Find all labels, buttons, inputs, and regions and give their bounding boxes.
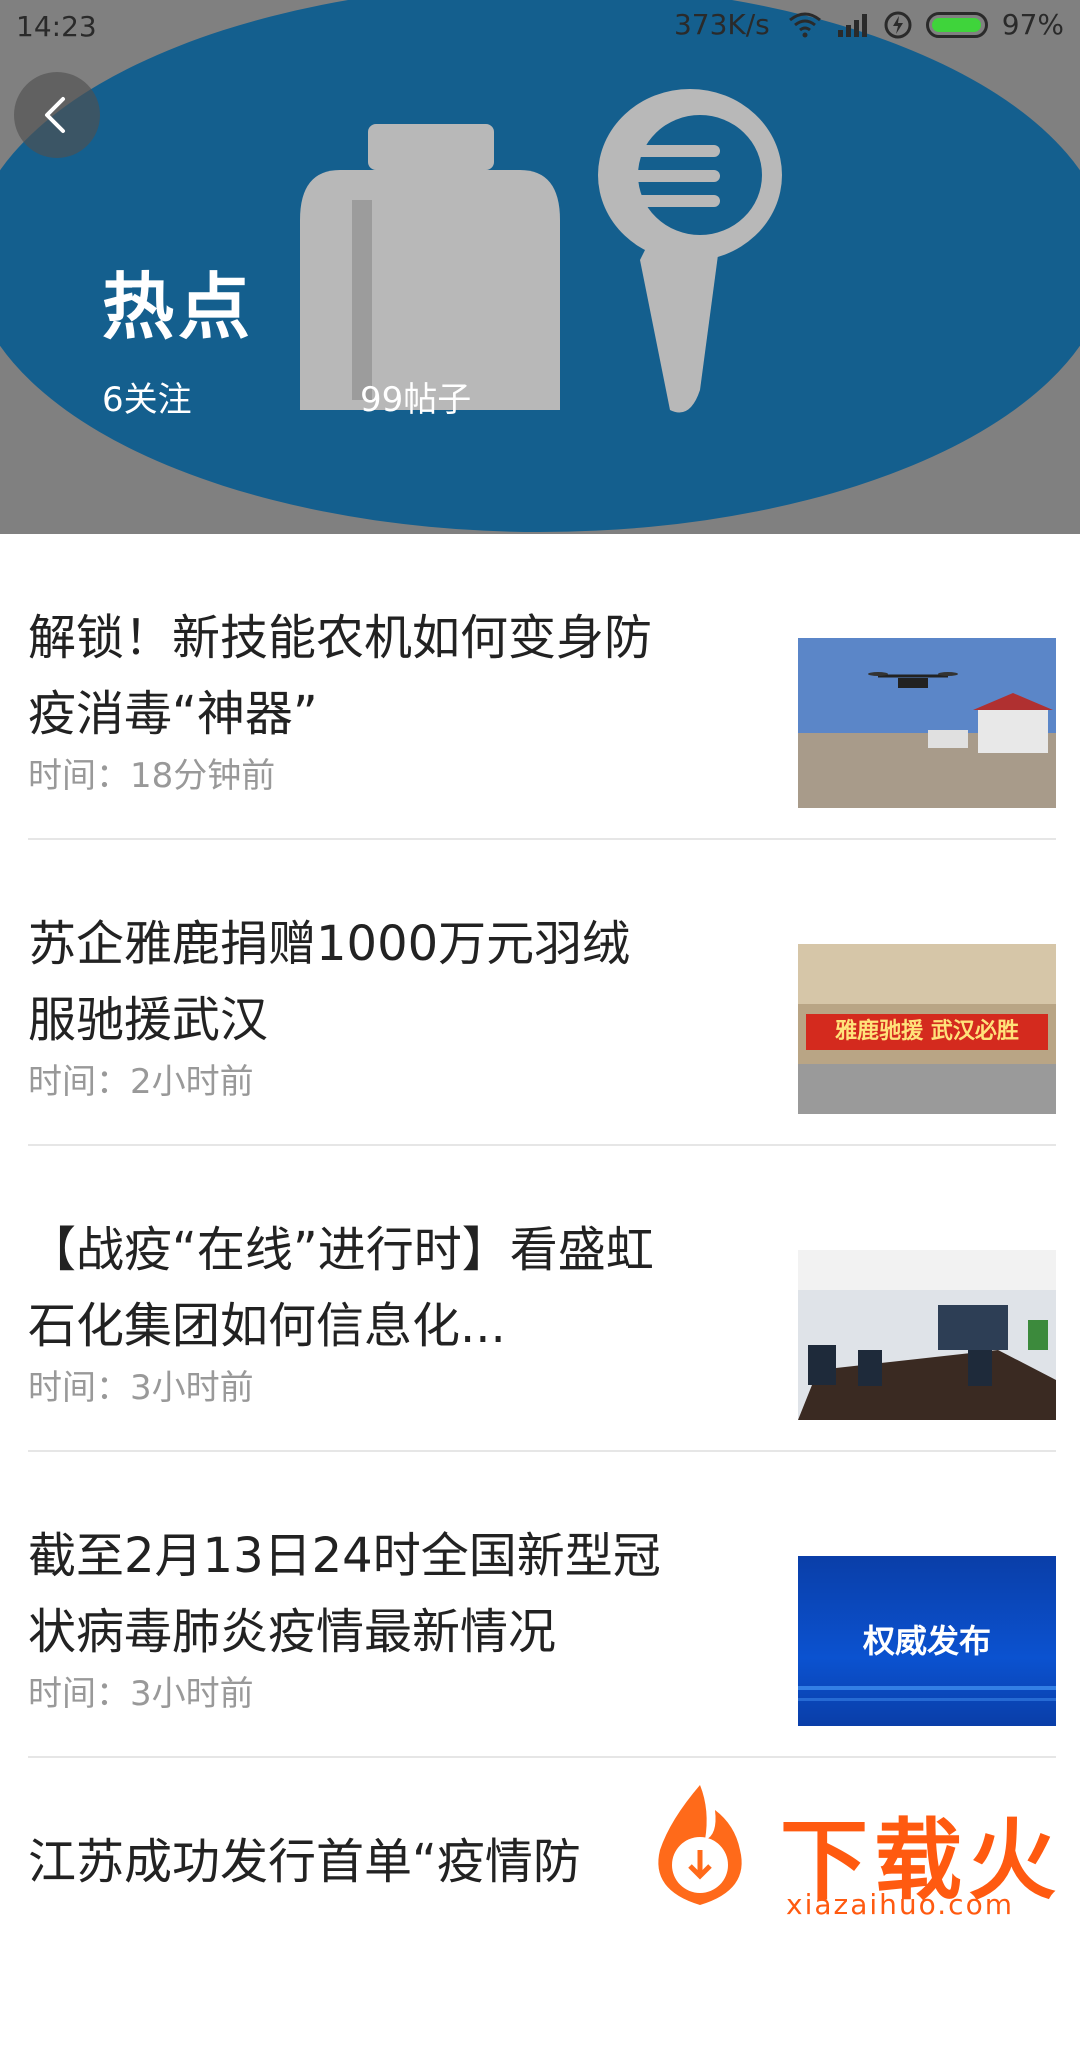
article-time: 时间：2小时前 — [28, 1062, 254, 1102]
article-title[interactable]: 苏企雅鹿捐赠1000万元羽绒服驰援武汉 — [28, 906, 668, 1058]
bottle-icon — [300, 124, 560, 410]
watermark-url: xiazaihuo.com — [786, 1888, 1014, 1921]
charging-icon — [884, 11, 912, 38]
banner-text: 雅鹿驰援 武汉必胜 — [806, 1014, 1048, 1050]
posts-count[interactable]: 99帖子 — [360, 372, 471, 421]
status-time: 14:23 — [16, 10, 97, 43]
article-time: 时间：3小时前 — [28, 1368, 254, 1408]
wifi-icon — [788, 12, 821, 37]
status-bar: 14:23 373K/s 97% — [0, 0, 1080, 56]
article-thumbnail[interactable] — [798, 1250, 1056, 1420]
article-thumbnail[interactable]: 雅鹿驰援 武汉必胜 — [798, 944, 1056, 1114]
article-title[interactable]: 江苏成功发行首单“疫情防 — [28, 1824, 668, 1900]
network-speed: 373K/s — [673, 8, 770, 41]
back-button[interactable] — [14, 72, 100, 158]
article-time: 时间：18分钟前 — [28, 756, 276, 796]
battery-icon — [925, 11, 988, 38]
article-item[interactable]: 【战疫“在线”进行时】看盛虹石化集团如何信息化... 时间：3小时前 — [28, 1146, 1056, 1452]
article-thumbnail[interactable] — [798, 638, 1056, 808]
flame-logo-icon — [658, 1785, 742, 1905]
article-item[interactable]: 解锁！新技能农机如何变身防疫消毒“神器” 时间：18分钟前 — [28, 534, 1056, 840]
chevron-left-icon — [45, 97, 65, 133]
article-time: 时间：3小时前 — [28, 1674, 254, 1714]
followers-count[interactable]: 6关注 — [102, 372, 192, 421]
article-thumbnail[interactable]: 权威发布 — [798, 1556, 1056, 1726]
signal-icon — [837, 13, 867, 37]
article-title[interactable]: 【战疫“在线”进行时】看盛虹石化集团如何信息化... — [28, 1212, 668, 1364]
watermark: 下载火 xiazaihuo.com — [640, 1780, 1080, 1921]
topic-title: 热点 — [102, 265, 255, 349]
article-title[interactable]: 截至2月13日24时全国新型冠状病毒肺炎疫情最新情况 — [28, 1518, 668, 1670]
article-item[interactable]: 截至2月13日24时全国新型冠状病毒肺炎疫情最新情况 时间：3小时前 权威发布 — [28, 1452, 1056, 1758]
topic-header: 14:23 373K/s 97% 热点 6关注 99帖子 — [0, 0, 1080, 534]
article-item[interactable]: 苏企雅鹿捐赠1000万元羽绒服驰援武汉 时间：2小时前 雅鹿驰援 武汉必胜 — [28, 840, 1056, 1146]
battery-percent: 97% — [1001, 8, 1064, 41]
thumbnail-label: 权威发布 — [862, 1622, 991, 1660]
article-title[interactable]: 解锁！新技能农机如何变身防疫消毒“神器” — [28, 600, 668, 752]
